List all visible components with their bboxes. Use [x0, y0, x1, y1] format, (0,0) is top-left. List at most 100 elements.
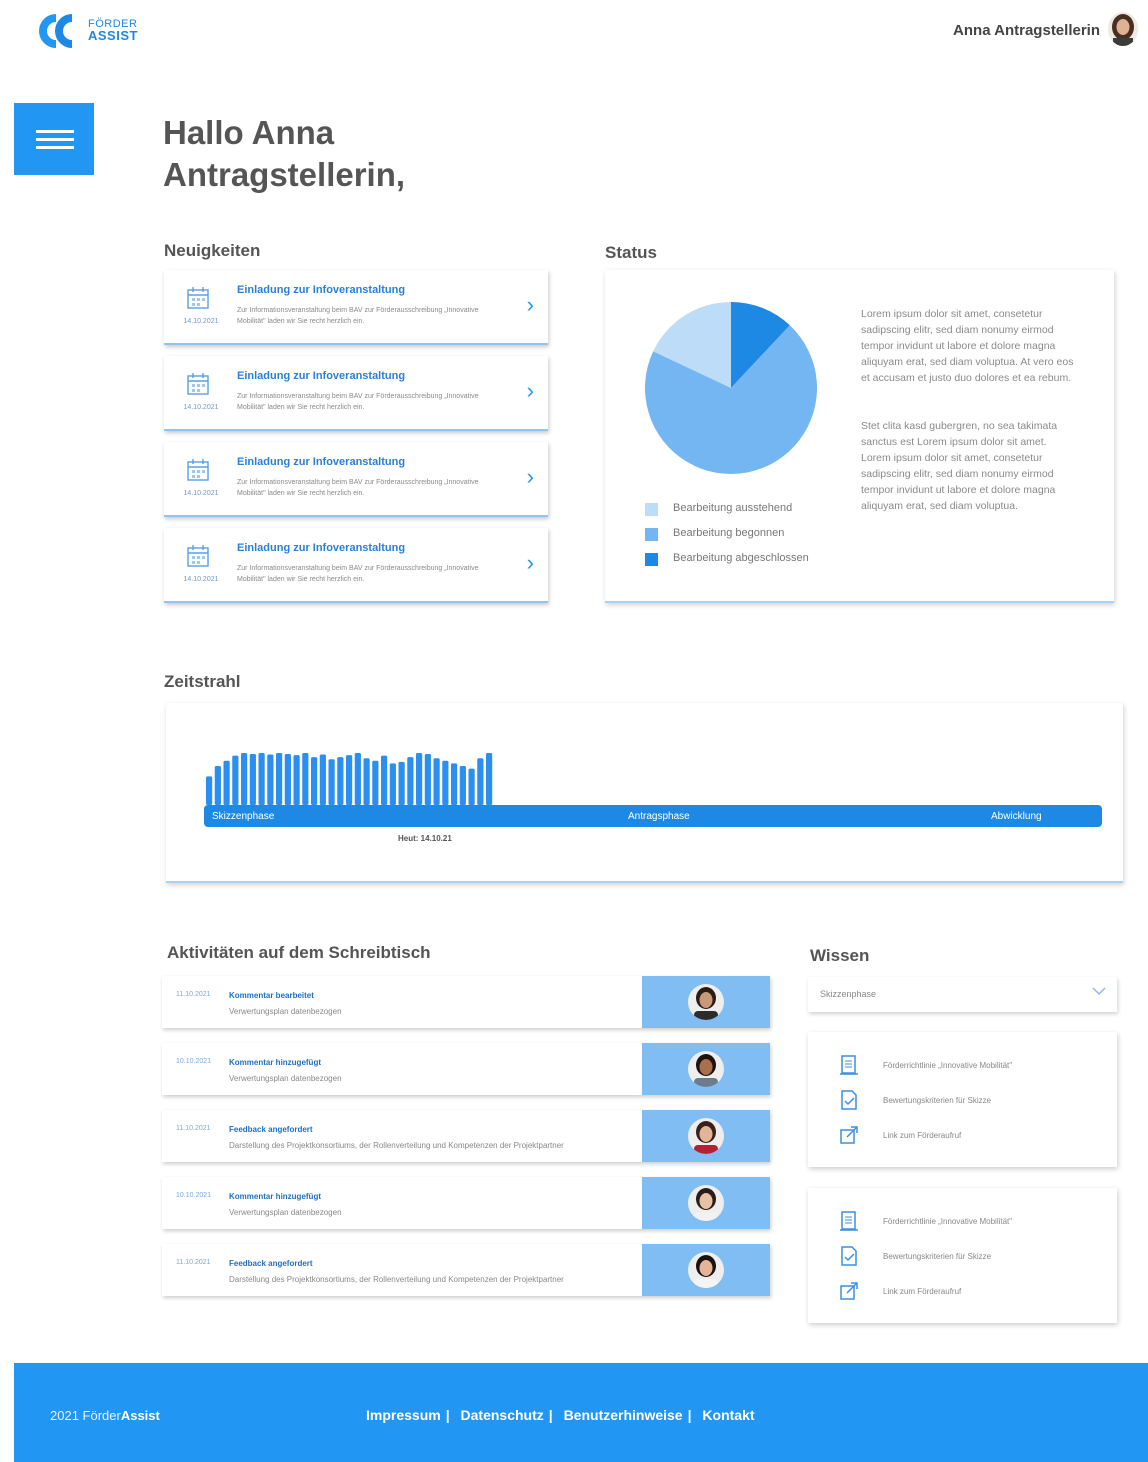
legend-label: Bearbeitung begonnen — [673, 527, 785, 539]
knowledge-link-label: Förderrichtlinie „Innovative Mobilität" — [883, 1217, 1013, 1226]
chevron-down-icon[interactable] — [1091, 983, 1107, 999]
footer: 2021 FörderAssist Impressum | Datenschutz… — [14, 1363, 1148, 1462]
activity-date: 10.10.2021 — [176, 1192, 212, 1199]
news-title[interactable]: Einladung zur Infoveranstaltung — [237, 284, 405, 296]
activity-avatar-panel — [642, 1110, 770, 1162]
activity-avatar[interactable] — [688, 1252, 724, 1288]
footer-link-benutzerhinweise[interactable]: Benutzerhinweise — [564, 1407, 683, 1423]
today-marker: Heut: 14.10.21 — [398, 834, 452, 843]
hamburger-icon-bar — [36, 146, 74, 149]
activity-title[interactable]: Feedback angefordert — [229, 1259, 313, 1268]
knowledge-heading: Wissen — [810, 946, 870, 965]
knowledge-card: Förderrichtlinie „Innovative Mobilität" B… — [808, 1188, 1117, 1323]
activity-avatar[interactable] — [688, 1118, 724, 1154]
legend-label: Bearbeitung abgeschlossen — [673, 552, 809, 564]
activity-bar — [433, 758, 440, 805]
chevron-right-icon[interactable]: › — [527, 378, 534, 404]
activity-description: Verwertungsplan datenbezogen — [229, 1074, 342, 1083]
news-description: Zur Informationsveranstaltung beim BAV z… — [237, 307, 479, 325]
knowledge-link[interactable]: Förderrichtlinie „Innovative Mobilität" — [838, 1210, 1098, 1236]
calendar-icon — [187, 287, 209, 309]
page-title: Hallo Anna Antragstellerin, — [163, 114, 406, 193]
knowledge-link-label: Link zum Förderaufruf — [883, 1287, 962, 1296]
activity-bar — [319, 754, 326, 805]
activity-avatar[interactable] — [688, 1051, 724, 1087]
knowledge-link-label: Bewertungskriterien für Skizze — [883, 1252, 992, 1261]
activity-date: 11.10.2021 — [176, 991, 211, 998]
activity-row[interactable]: 11.10.2021 Kommentar bearbeitet Verwertung… — [162, 976, 770, 1028]
knowledge-link[interactable]: Förderrichtlinie „Innovative Mobilität" — [838, 1054, 1098, 1080]
activity-title[interactable]: Kommentar hinzugefügt — [229, 1058, 321, 1067]
activity-avatar[interactable] — [688, 1185, 724, 1221]
activity-bar — [328, 759, 335, 805]
timeline-heading: Zeitstrahl — [164, 672, 241, 691]
footer-link-datenschutz[interactable]: Datenschutz — [461, 1407, 544, 1423]
activity-date: 11.10.2021 — [176, 1259, 211, 1266]
activity-title[interactable]: Kommentar hinzugefügt — [229, 1192, 321, 1201]
copyright-brand: Assist — [120, 1408, 160, 1423]
activity-bar — [407, 757, 414, 805]
activity-description: Darstellung des Projektkonsortiums, der … — [229, 1275, 564, 1284]
news-card[interactable]: 14.10.2021 Einladung zur Infoveranstaltu… — [164, 356, 548, 431]
status-pie-chart — [645, 302, 817, 474]
activity-bar — [337, 757, 344, 805]
activity-bar — [293, 755, 300, 805]
activity-avatar-panel — [642, 1043, 770, 1095]
legend-swatch — [645, 553, 658, 566]
news-card[interactable]: 14.10.2021 Einladung zur Infoveranstaltu… — [164, 528, 548, 603]
chevron-right-icon[interactable]: › — [527, 292, 534, 318]
knowledge-link[interactable]: Bewertungskriterien für Skizze — [838, 1245, 1098, 1271]
activity-title[interactable]: Feedback angefordert — [229, 1125, 313, 1134]
activity-bar — [486, 753, 493, 805]
copyright: 2021 FörderAssist — [50, 1408, 160, 1423]
activity-row[interactable]: 11.10.2021 Feedback angefordert Darstellun… — [162, 1244, 770, 1296]
legend-swatch — [645, 503, 658, 516]
knowledge-link[interactable]: Link zum Förderaufruf — [838, 1280, 1098, 1306]
knowledge-link-label: Link zum Förderaufruf — [883, 1131, 962, 1140]
user-name[interactable]: Anna Antragstellerin — [953, 22, 1100, 39]
activity-row[interactable]: 11.10.2021 Feedback angefordert Darstellun… — [162, 1110, 770, 1162]
activity-bar — [398, 761, 405, 805]
activity-avatar-panel — [642, 1177, 770, 1229]
logo[interactable]: FÖRDER ASSIST — [34, 12, 144, 52]
news-description: Zur Informationsveranstaltung beim BAV z… — [237, 393, 479, 411]
activity-description: Verwertungsplan datenbezogen — [229, 1007, 342, 1016]
activity-row[interactable]: 10.10.2021 Kommentar hinzugefügt Verwertun… — [162, 1177, 770, 1229]
activity-bar — [206, 776, 213, 805]
activity-bar — [302, 753, 309, 805]
activity-bar — [241, 753, 248, 805]
activity-row[interactable]: 10.10.2021 Kommentar hinzugefügt Verwertun… — [162, 1043, 770, 1095]
news-title[interactable]: Einladung zur Infoveranstaltung — [237, 370, 405, 382]
news-date: 14.10.2021 — [183, 576, 219, 583]
calendar-icon — [187, 459, 209, 481]
activity-avatar[interactable] — [688, 984, 724, 1020]
footer-link-kontakt[interactable]: Kontakt — [702, 1407, 754, 1423]
activity-avatar-panel — [642, 976, 770, 1028]
chevron-right-icon[interactable]: › — [527, 550, 534, 576]
user-avatar[interactable] — [1108, 12, 1138, 46]
knowledge-link[interactable]: Bewertungskriterien für Skizze — [838, 1089, 1098, 1115]
news-card[interactable]: 14.10.2021 Einladung zur Infoveranstaltu… — [164, 442, 548, 517]
chevron-right-icon[interactable]: › — [527, 464, 534, 490]
knowledge-link[interactable]: Link zum Förderaufruf — [838, 1124, 1098, 1150]
calendar-icon — [187, 545, 209, 567]
status-paragraph-1: Lorem ipsum dolor sit amet, consetetur s… — [861, 308, 1074, 384]
news-title[interactable]: Einladung zur Infoveranstaltung — [237, 542, 405, 554]
phase-label: Abwicklung — [991, 811, 1042, 822]
knowledge-link-label: Förderrichtlinie „Innovative Mobilität" — [883, 1061, 1013, 1070]
news-card[interactable]: 14.10.2021 Einladung zur Infoveranstaltu… — [164, 270, 548, 345]
news-date: 14.10.2021 — [183, 404, 219, 411]
phase-dropdown[interactable]: Skizzenphase — [808, 977, 1117, 1012]
status-card: Bearbeitung ausstehend Bearbeitung begon… — [605, 270, 1114, 603]
menu-button[interactable] — [14, 103, 94, 175]
phase-label: Antragsphase — [628, 811, 690, 822]
activity-bar — [267, 754, 274, 805]
footer-link-impressum[interactable]: Impressum — [366, 1407, 441, 1423]
news-title[interactable]: Einladung zur Infoveranstaltung — [237, 456, 405, 468]
activity-title[interactable]: Kommentar bearbeitet — [229, 991, 314, 1000]
timeline-card: Skizzenphase Antragsphase Abwicklung Heu… — [166, 703, 1123, 883]
knowledge-card: Förderrichtlinie „Innovative Mobilität" B… — [808, 1032, 1117, 1167]
phase-label: Skizzenphase — [212, 811, 275, 822]
activity-description: Verwertungsplan datenbezogen — [229, 1208, 342, 1217]
legend-swatch — [645, 528, 658, 541]
